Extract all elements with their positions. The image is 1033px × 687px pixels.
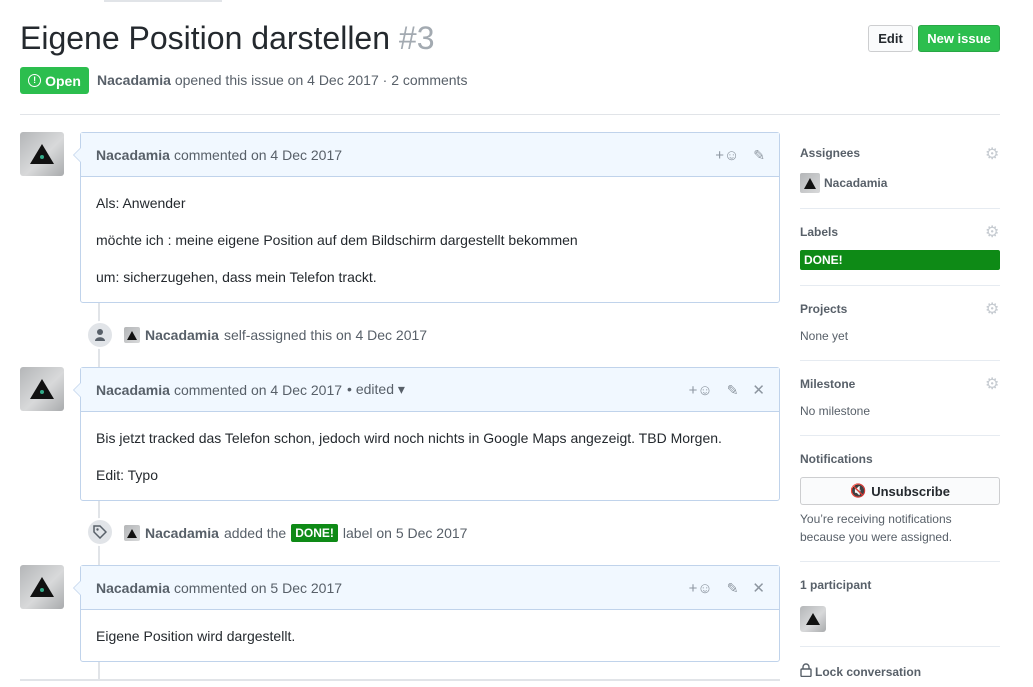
lock-conversation[interactable]: Lock conversation xyxy=(800,663,921,680)
notifications-note: You’re receiving notifications because y… xyxy=(800,512,953,544)
event-assigned: Nacadamia self-assigned this on 4 Dec 20… xyxy=(124,327,427,343)
divider xyxy=(20,679,780,681)
comment-header: Nacadamia commented on 4 Dec 2017 +☺ ✎ xyxy=(81,133,779,177)
mini-avatar[interactable] xyxy=(124,327,140,343)
new-issue-button[interactable]: New issue xyxy=(918,25,1000,52)
comment-date[interactable]: commented on 5 Dec 2017 xyxy=(174,580,342,596)
mini-avatar[interactable] xyxy=(124,525,140,541)
smiley-icon[interactable]: +☺ xyxy=(689,580,713,597)
gear-icon[interactable]: ⚙ xyxy=(985,225,999,241)
comment-1: Nacadamia commented on 4 Dec 2017 +☺ ✎ A… xyxy=(73,132,780,303)
label-done[interactable]: DONE! xyxy=(800,250,1000,270)
comment-2: Nacadamia commented on 4 Dec 2017 • edit… xyxy=(73,367,780,501)
comment-date[interactable]: commented on 4 Dec 2017 xyxy=(174,382,342,398)
gear-icon[interactable]: ⚙ xyxy=(985,302,999,318)
pencil-icon[interactable]: ✎ xyxy=(727,382,739,399)
event-actor[interactable]: Nacadamia xyxy=(145,525,219,541)
pencil-icon[interactable]: ✎ xyxy=(727,580,739,597)
person-icon xyxy=(86,321,114,349)
comment-line: Als: Anwender xyxy=(96,195,186,211)
comment-actions: +☺ ✎ xyxy=(715,133,765,177)
lock-label: Lock conversation xyxy=(815,664,922,679)
assignee-item[interactable]: Nacadamia xyxy=(800,173,887,193)
milestone-heading: Milestone xyxy=(800,377,856,391)
comment-author[interactable]: Nacadamia xyxy=(96,147,170,163)
notifications-heading: Notifications xyxy=(800,452,873,466)
avatar[interactable] xyxy=(20,132,64,176)
issue-meta-text: opened this issue on 4 Dec 2017 · 2 comm… xyxy=(174,72,468,88)
comment-line: Eigene Position wird dargestellt. xyxy=(96,628,296,644)
gear-icon[interactable]: ⚙ xyxy=(985,377,999,393)
comment-header: Nacadamia commented on 4 Dec 2017 • edit… xyxy=(81,368,779,412)
divider xyxy=(800,435,1000,436)
avatar[interactable] xyxy=(20,565,64,609)
edit-button[interactable]: Edit xyxy=(868,25,913,52)
issue-title-text: Eigene Position darstellen xyxy=(20,20,391,56)
comment-actions: +☺ ✎ ✕ xyxy=(689,368,765,412)
comment-line: um: sicherzugehen, dass mein Telefon tra… xyxy=(96,269,377,285)
author-link[interactable]: Nacadamia xyxy=(97,72,171,88)
comment-body: Als: Anwender möchte ich : meine eigene … xyxy=(81,193,779,287)
divider xyxy=(800,285,1000,286)
milestone-value: No milestone xyxy=(800,404,871,418)
comment-line: möchte ich : meine eigene Position auf d… xyxy=(96,232,578,248)
smiley-icon[interactable]: +☺ xyxy=(715,147,739,164)
comment-header: Nacadamia commented on 5 Dec 2017 +☺ ✎ ✕ xyxy=(81,566,779,610)
lock-icon xyxy=(800,663,812,680)
event-text: self-assigned this on 4 Dec 2017 xyxy=(223,327,428,343)
divider xyxy=(800,646,1000,647)
issue-opened-icon: ! xyxy=(28,74,42,87)
unsubscribe-button[interactable]: 🔇 Unsubscribe xyxy=(800,477,1000,505)
participants-heading: 1 participant xyxy=(800,578,872,592)
comment-author[interactable]: Nacadamia xyxy=(96,580,170,596)
event-actor[interactable]: Nacadamia xyxy=(145,327,219,343)
comment-body: Bis jetzt tracked das Telefon schon, jed… xyxy=(81,428,779,485)
label-badge[interactable]: DONE! xyxy=(291,524,338,542)
comment-actions: +☺ ✎ ✕ xyxy=(689,566,765,610)
tag-icon xyxy=(86,518,114,546)
event-text: label on 5 Dec 2017 xyxy=(342,525,468,541)
comment-line: Bis jetzt tracked das Telefon schon, jed… xyxy=(96,430,722,446)
divider xyxy=(800,561,1000,562)
projects-value: None yet xyxy=(800,329,849,343)
assignee-name[interactable]: Nacadamia xyxy=(824,176,887,190)
event-labeled: Nacadamia added the DONE! label on 5 Dec… xyxy=(124,524,467,542)
pencil-icon[interactable]: ✎ xyxy=(753,147,765,164)
divider xyxy=(20,114,1000,115)
edited-dropdown[interactable]: • edited ▾ xyxy=(347,381,405,398)
issue-title: Eigene Position darstellen #3 xyxy=(20,20,435,57)
avatar[interactable] xyxy=(20,367,64,411)
close-icon[interactable]: ✕ xyxy=(752,579,765,597)
comment-date[interactable]: commented on 4 Dec 2017 xyxy=(174,147,342,163)
assignees-heading: Assignees xyxy=(800,146,861,160)
mute-icon: 🔇 xyxy=(850,483,867,498)
smiley-icon[interactable]: +☺ xyxy=(689,382,713,399)
unsubscribe-label: Unsubscribe xyxy=(871,483,950,499)
gear-icon[interactable]: ⚙ xyxy=(985,147,999,163)
comment-body: Eigene Position wird dargestellt. xyxy=(81,626,779,646)
comment-3: Nacadamia commented on 5 Dec 2017 +☺ ✎ ✕… xyxy=(73,565,780,662)
close-icon[interactable]: ✕ xyxy=(752,381,765,399)
state-text: Open xyxy=(45,72,81,89)
issue-number: #3 xyxy=(398,20,435,56)
tab-underline xyxy=(104,0,222,2)
participant-avatar[interactable] xyxy=(800,606,826,632)
projects-heading: Projects xyxy=(800,302,848,316)
divider xyxy=(800,208,1000,209)
mini-avatar[interactable] xyxy=(800,173,820,193)
event-text: added the xyxy=(223,525,287,541)
comment-author[interactable]: Nacadamia xyxy=(96,382,170,398)
labels-heading: Labels xyxy=(800,225,839,239)
issue-meta: Nacadamia opened this issue on 4 Dec 201… xyxy=(97,72,467,88)
state-badge: ! Open xyxy=(20,67,89,94)
divider xyxy=(800,360,1000,361)
comment-line: Edit: Typo xyxy=(96,467,159,483)
